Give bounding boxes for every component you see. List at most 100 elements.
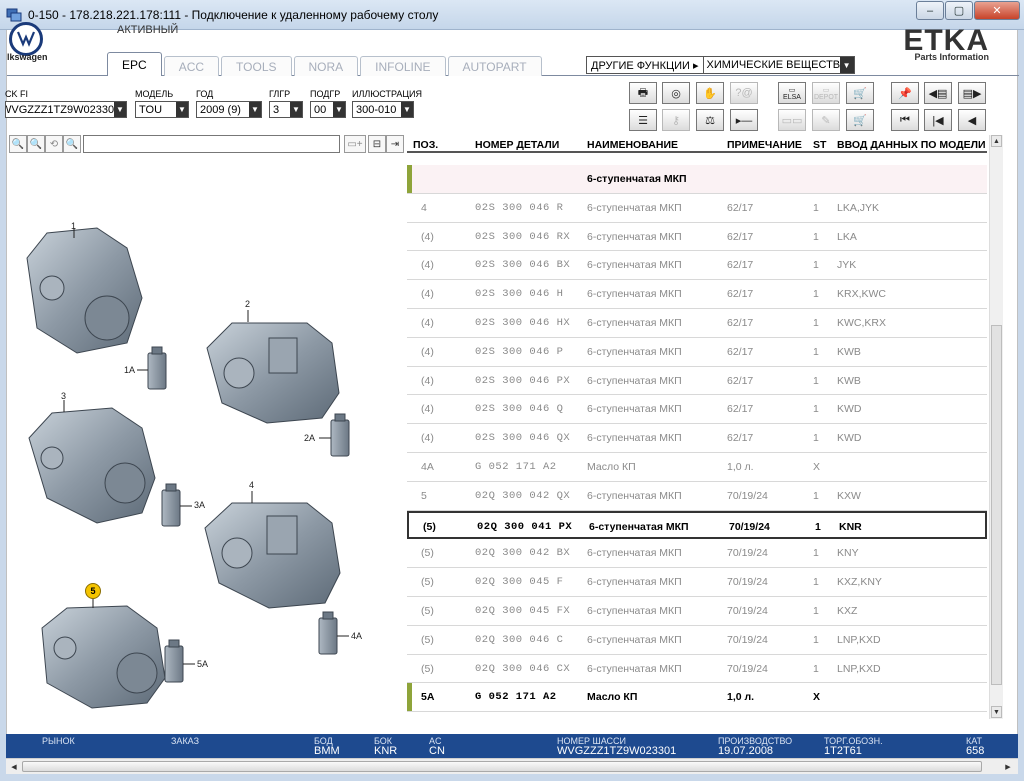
gearbox-1[interactable] [26, 227, 143, 354]
horizontal-scroll-thumb[interactable] [22, 761, 982, 772]
callout-5a[interactable]: 5A [197, 659, 208, 669]
cart-button[interactable]: 🛒 [846, 109, 874, 131]
callout-5-hotspot[interactable]: 5 [85, 583, 101, 599]
copy-button[interactable]: ▭▭ [778, 109, 806, 131]
image-search-input[interactable] [83, 135, 340, 153]
gearbox-4[interactable] [204, 491, 341, 609]
window-horizontal-scrollbar[interactable]: ◀ ▶ [6, 758, 1018, 774]
expand-button[interactable]: ⇥ [386, 135, 404, 153]
table-row[interactable]: (4) 02S 300 046 QX 6-ступенчатая МКП 62/17 1… [407, 424, 987, 453]
callout-2[interactable]: 2 [245, 299, 250, 309]
header-name[interactable]: НАИМЕНОВАНИЕ [587, 139, 678, 151]
oil-bottle-3a[interactable] [161, 483, 181, 527]
minimize-button[interactable]: – [916, 1, 944, 20]
gearbox-5[interactable] [41, 598, 166, 709]
table-row[interactable]: (4) 02S 300 046 P 6-ступенчатая МКП 62/17 1 K… [407, 338, 987, 367]
sub-group-select[interactable]: 00 ▼ [310, 101, 346, 118]
model-select[interactable]: TOU ▼ [135, 101, 189, 118]
year-select[interactable]: 2009 (9) ▼ [196, 101, 262, 118]
back-button[interactable]: ◀ [958, 109, 986, 131]
table-row[interactable]: (4) 02S 300 046 H 6-ступенчатая МКП 62/17 1 K… [407, 280, 987, 309]
cart-transfer-button[interactable]: 🛒 [846, 82, 874, 104]
tool-button[interactable]: ✎ [812, 109, 840, 131]
maximize-button[interactable]: ▢ [945, 1, 973, 20]
header-part-number[interactable]: НОМЕР ДЕТАЛИ [475, 139, 559, 151]
table-row[interactable]: (5) 02Q 300 046 CX 6-ступенчатая МКП 70/19/… [407, 655, 987, 684]
vin-field[interactable]: WVGZZZ1TZ9W023301 ▼ [5, 101, 127, 118]
other-functions-select[interactable]: ХИМИЧЕСКИЕ ВЕЩЕСТВА ▼ [702, 56, 855, 74]
chevron-down-icon[interactable]: ▼ [249, 102, 261, 117]
page-forward-button[interactable]: ▤▶ [958, 82, 986, 104]
search-button[interactable]: 🔍 [63, 135, 81, 153]
scroll-up-arrow[interactable]: ▲ [991, 135, 1002, 147]
oil-bottle-4a[interactable] [318, 611, 338, 655]
tab-nora[interactable]: NORA [293, 56, 359, 76]
gearbox-3[interactable] [28, 400, 156, 524]
insert-line-button[interactable]: ▸— [730, 109, 758, 131]
table-row[interactable]: (4) 02S 300 046 HX 6-ступенчатая МКП 62/17 1… [407, 309, 987, 338]
help-button[interactable]: ?@ [730, 82, 758, 104]
table-row[interactable]: 4 02S 300 046 R 6-ступенчатая МКП 62/17 1 LKA… [407, 194, 987, 223]
chevron-down-icon[interactable]: ▼ [114, 102, 126, 117]
callout-4a[interactable]: 4A [351, 631, 362, 641]
illustration-panel[interactable]: 1 1A 2 2A 3 3A 4 4A 5 5A [7, 158, 405, 730]
split-view-button[interactable]: ⊟ [368, 135, 386, 153]
zoom-in-button[interactable]: 🔍 [27, 135, 45, 153]
scroll-thumb[interactable] [991, 325, 1002, 685]
close-button[interactable]: ✕ [974, 1, 1020, 20]
add-note-button[interactable]: ▭+ [344, 135, 366, 153]
illustration-select[interactable]: 300-010 ▼ [352, 101, 414, 118]
header-pos[interactable]: ПОЗ. [413, 139, 438, 151]
scroll-left-arrow[interactable]: ◀ [8, 761, 20, 772]
scroll-down-arrow[interactable]: ▼ [991, 706, 1002, 718]
callout-2a[interactable]: 2A [304, 433, 315, 443]
zoom-reset-button[interactable]: ⟲ [45, 135, 63, 153]
table-row[interactable]: 5A G 052 171 A2 Масло КП 1,0 л. X [407, 683, 987, 713]
scroll-right-arrow[interactable]: ▶ [1002, 761, 1014, 772]
chevron-down-icon[interactable]: ▼ [401, 102, 413, 117]
gearbox-2[interactable] [206, 310, 340, 424]
first-button[interactable]: ⏮ [891, 109, 919, 131]
table-row[interactable]: (4) 02S 300 046 Q 6-ступенчатая МКП 62/17 1 K… [407, 395, 987, 425]
chevron-down-icon[interactable]: ▼ [290, 102, 302, 117]
chevron-down-icon[interactable]: ▼ [176, 102, 188, 117]
handshake-button[interactable]: ✋ [696, 82, 724, 104]
depot-button[interactable]: ▭ DEPOT [812, 82, 840, 104]
tab-acc[interactable]: ACC [163, 56, 220, 76]
tab-tools[interactable]: TOOLS [221, 56, 292, 76]
chevron-down-icon[interactable]: ▼ [839, 57, 854, 73]
table-row[interactable]: 6-ступенчатая МКП [407, 165, 987, 194]
table-row[interactable]: (5) 02Q 300 045 F 6-ступенчатая МКП 70/19/2… [407, 568, 987, 597]
pin-button[interactable]: 📌 [891, 82, 919, 104]
header-model-data[interactable]: ВВОД ДАННЫХ ПО МОДЕЛИ [837, 139, 986, 151]
table-row[interactable]: (4) 02S 300 046 RX 6-ступенчатая МКП 62/17 1… [407, 223, 987, 252]
list-button[interactable]: ☰ [629, 109, 657, 131]
main-group-select[interactable]: 3 ▼ [269, 101, 303, 118]
elsa-button[interactable]: ▭ ELSA [778, 82, 806, 104]
table-row[interactable]: 4A G 052 171 A2 Масло КП 1,0 л. X [407, 453, 987, 482]
zoom-out-button[interactable]: 🔍 [9, 135, 27, 153]
table-row[interactable]: (5) 02Q 300 041 PX 6-ступенчатая МКП 70/19/… [407, 510, 987, 540]
callout-1a[interactable]: 1A [124, 365, 135, 375]
tab-epc[interactable]: EPC [107, 52, 162, 76]
tab-autopart[interactable]: AUTOPART [447, 56, 542, 76]
table-row[interactable]: (5) 02Q 300 042 BX 6-ступенчатая МКП 70/19/… [407, 539, 987, 569]
table-row[interactable]: 5 02Q 300 042 QX 6-ступенчатая МКП 70/19/24… [407, 482, 987, 511]
table-row[interactable]: (4) 02S 300 046 PX 6-ступенчатая МКП 62/17 1… [407, 367, 987, 396]
key-button[interactable]: ⚷ [662, 109, 690, 131]
other-functions-label[interactable]: ДРУГИЕ ФУНКЦИИ ▸ [586, 56, 703, 74]
callout-3a[interactable]: 3A [194, 500, 205, 510]
table-vertical-scrollbar[interactable]: ▲ ▼ [989, 135, 1003, 719]
page-back-button[interactable]: ◀▤ [924, 82, 952, 104]
tab-infoline[interactable]: INFOLINE [360, 56, 446, 76]
callout-3[interactable]: 3 [61, 391, 66, 401]
table-row[interactable]: (5) 02Q 300 046 C 6-ступенчатая МКП 70/19/2… [407, 626, 987, 655]
oil-bottle-2a[interactable] [330, 413, 350, 457]
callout-4[interactable]: 4 [249, 480, 254, 490]
table-row[interactable]: (4) 02S 300 046 BX 6-ступенчатая МКП 62/17 1… [407, 251, 987, 281]
oil-bottle-1a[interactable] [147, 346, 167, 390]
header-st[interactable]: ST [813, 139, 826, 151]
chevron-down-icon[interactable]: ▼ [333, 102, 345, 117]
callout-1[interactable]: 1 [71, 221, 76, 231]
print-button[interactable]: 🖶 [629, 82, 657, 104]
